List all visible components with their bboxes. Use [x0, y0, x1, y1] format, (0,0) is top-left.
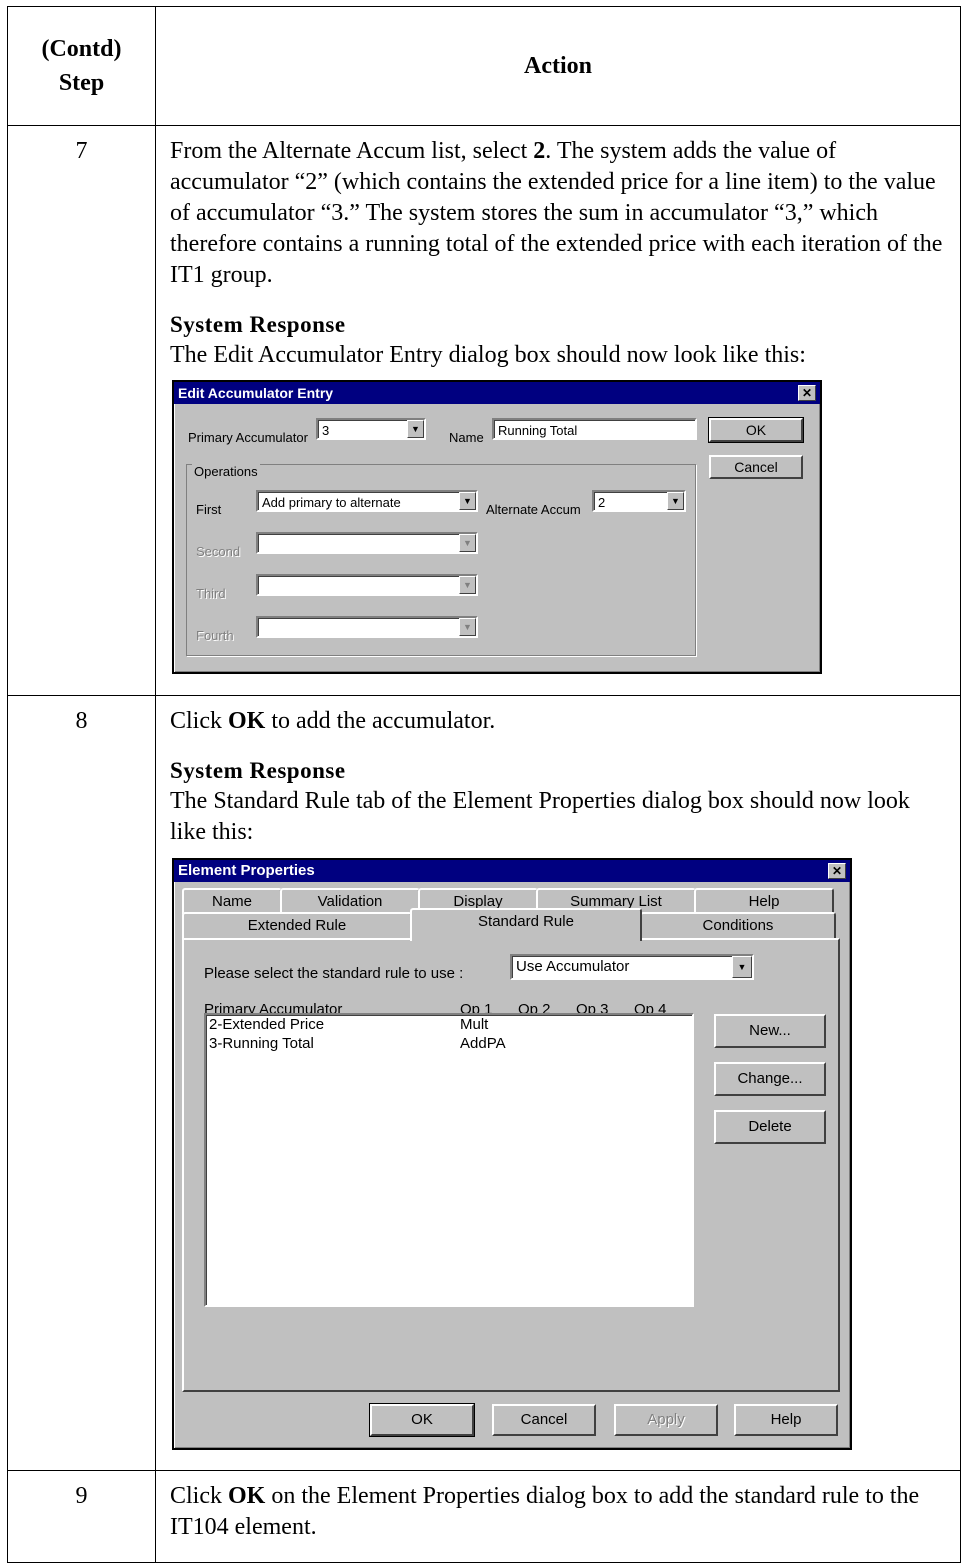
operations-label: Operations	[192, 456, 260, 487]
apply-button[interactable]: Apply	[614, 1404, 718, 1436]
chevron-down-icon[interactable]: ▼	[459, 492, 476, 510]
row-op1: Mult	[460, 1016, 489, 1033]
steps-table: (Contd) Step Action 7 From the Alternate…	[7, 6, 961, 1563]
action-column-header: Action	[155, 6, 961, 126]
delete-button[interactable]: Delete	[714, 1110, 826, 1144]
change-button[interactable]: Change...	[714, 1062, 826, 1096]
tab-validation[interactable]: Validation	[280, 888, 420, 914]
system-response-heading: System Response	[170, 312, 346, 337]
name-label: Name	[449, 430, 484, 445]
step-action: Click OK to add the accumulator. System …	[155, 695, 961, 1471]
step-text: Click OK to add the accumulator.	[170, 708, 496, 734]
tab-help[interactable]: Help	[694, 888, 834, 914]
list-item[interactable]: 3-Running Total AddPA	[206, 1034, 692, 1053]
standard-rule-select-label: Please select the standard rule to use :	[204, 965, 464, 982]
cancel-button[interactable]: Cancel	[492, 1404, 596, 1436]
ok-button[interactable]: OK	[369, 1403, 475, 1437]
system-response-text: The Standard Rule tab of the Element Pro…	[170, 788, 910, 845]
list-item[interactable]: 2-Extended Price Mult	[206, 1015, 692, 1034]
dialog-title: Edit Accumulator Entry	[178, 385, 334, 401]
dialog-titlebar: Element Properties ✕	[174, 860, 850, 882]
close-icon[interactable]: ✕	[828, 863, 846, 879]
step-action: From the Alternate Accum list, select 2.…	[155, 125, 961, 696]
close-icon[interactable]: ✕	[798, 385, 816, 401]
row-op1: AddPA	[460, 1035, 506, 1052]
alternate-accum-select[interactable]: 2 ▼	[592, 490, 686, 512]
tab-name[interactable]: Name	[182, 888, 282, 914]
third-label: Third	[196, 586, 226, 601]
help-button[interactable]: Help	[734, 1404, 838, 1436]
chevron-down-icon[interactable]: ▼	[459, 534, 476, 552]
cancel-button[interactable]: Cancel	[709, 455, 803, 479]
chevron-down-icon[interactable]: ▼	[667, 492, 684, 510]
step-text: From the Alternate Accum list, select 2.…	[170, 138, 943, 288]
system-response-text: The Edit Accumulator Entry dialog box sh…	[170, 342, 806, 368]
step-header-line1: (Contd)	[41, 36, 122, 62]
tab-standard-rule[interactable]: Standard Rule	[410, 908, 642, 941]
accumulator-list[interactable]: 2-Extended Price Mult 3-Running Total Ad…	[204, 1013, 694, 1307]
step-header-line2: Step	[58, 70, 105, 96]
chevron-down-icon[interactable]: ▼	[459, 618, 476, 636]
primary-accumulator-select[interactable]: 3 ▼	[316, 418, 426, 440]
step-action: Click OK on the Element Properties dialo…	[155, 1470, 961, 1563]
dialog-titlebar: Edit Accumulator Entry ✕	[174, 382, 820, 404]
fourth-label: Fourth	[196, 628, 234, 643]
step-row-9: 9 Click OK on the Element Properties dia…	[7, 1470, 961, 1563]
new-button[interactable]: New...	[714, 1014, 826, 1048]
dialog-title: Element Properties	[178, 862, 315, 879]
alternate-accum-label: Alternate Accum	[486, 502, 581, 517]
step-number: 8	[7, 695, 156, 1471]
fourth-operation-select[interactable]: ▼	[256, 616, 478, 638]
step-row-7: 7 From the Alternate Accum list, select …	[7, 125, 961, 696]
edit-accumulator-dialog: Edit Accumulator Entry ✕ Primary Accumul…	[172, 380, 822, 674]
step-number: 7	[7, 125, 156, 696]
step-row-8: 8 Click OK to add the accumulator. Syste…	[7, 695, 961, 1471]
step-column-header: (Contd) Step	[7, 6, 156, 126]
tab-extended-rule[interactable]: Extended Rule	[182, 912, 412, 938]
row-name: 3-Running Total	[209, 1035, 314, 1052]
step-text: Click OK on the Element Properties dialo…	[170, 1483, 920, 1540]
header-row: (Contd) Step Action	[7, 6, 961, 126]
chevron-down-icon[interactable]: ▼	[459, 576, 476, 594]
system-response-heading: System Response	[170, 758, 346, 783]
standard-rule-select[interactable]: Use Accumulator ▼	[510, 954, 754, 980]
name-input[interactable]: Running Total	[492, 418, 697, 440]
step-number: 9	[7, 1470, 156, 1563]
first-label: First	[196, 502, 222, 517]
chevron-down-icon[interactable]: ▼	[732, 956, 752, 978]
ok-button[interactable]: OK	[708, 417, 804, 443]
tab-conditions[interactable]: Conditions	[640, 912, 836, 938]
element-properties-dialog: Element Properties ✕ Name Validation Dis…	[172, 858, 852, 1450]
second-label: Second	[196, 544, 241, 559]
first-operation-select[interactable]: Add primary to alternate ▼	[256, 490, 478, 512]
primary-accumulator-label: Primary Accumulator	[188, 430, 308, 445]
third-operation-select[interactable]: ▼	[256, 574, 478, 596]
chevron-down-icon[interactable]: ▼	[407, 420, 424, 438]
row-name: 2-Extended Price	[209, 1016, 325, 1033]
second-operation-select[interactable]: ▼	[256, 532, 478, 554]
